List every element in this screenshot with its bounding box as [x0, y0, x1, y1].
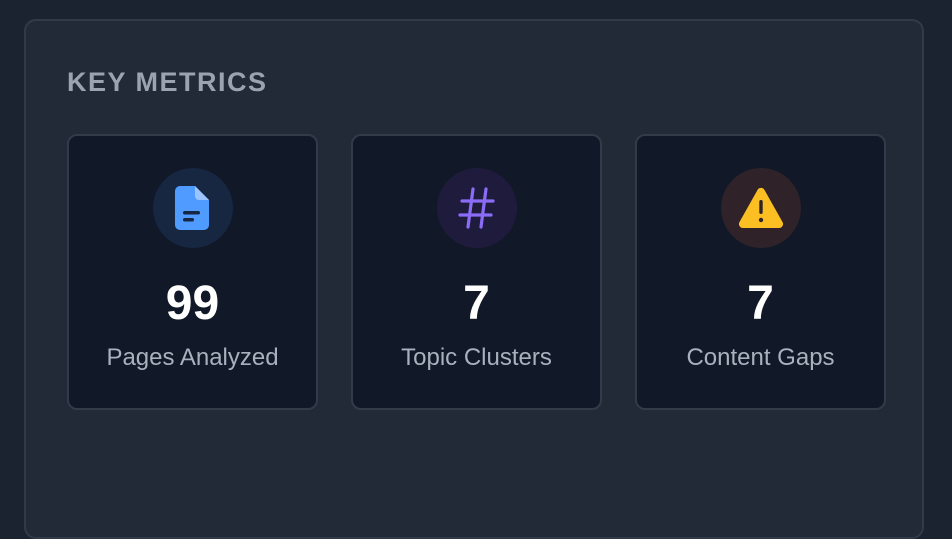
icon-badge	[152, 168, 233, 248]
metric-card-pages-analyzed: 99 Pages Analyzed	[67, 134, 318, 410]
metric-card-topic-clusters: 7 Topic Clusters	[351, 134, 602, 410]
icon-badge	[436, 168, 517, 248]
metric-label: Content Gaps	[686, 344, 835, 371]
metric-label: Pages Analyzed	[106, 344, 279, 371]
icon-badge	[720, 168, 801, 248]
key-metrics-panel: KEY METRICS 99 Pages Analyzed 7 Topic Cl…	[24, 19, 924, 539]
metric-value: 7	[463, 277, 490, 330]
panel-title: KEY METRICS	[67, 67, 268, 97]
metric-cards: 99 Pages Analyzed 7 Topic Clusters 7 Con…	[67, 134, 886, 410]
document-icon	[174, 186, 209, 230]
metric-card-content-gaps: 7 Content Gaps	[635, 134, 886, 410]
metric-value: 99	[165, 277, 220, 330]
warning-icon	[738, 187, 783, 229]
metric-value: 7	[747, 277, 774, 330]
metric-label: Topic Clusters	[401, 344, 552, 371]
hashtag-icon	[457, 187, 495, 229]
